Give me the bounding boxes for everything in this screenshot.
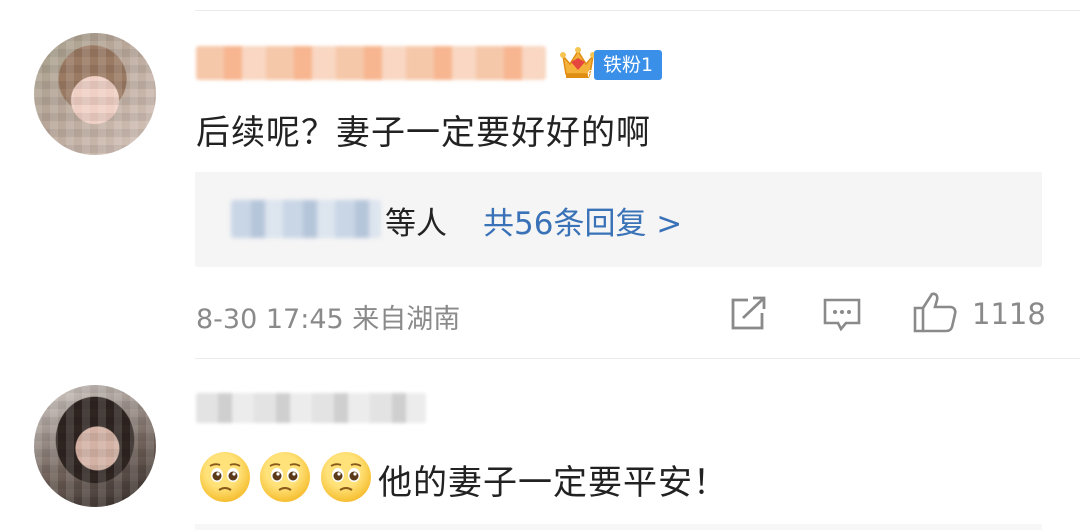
avatar[interactable]: [34, 385, 156, 507]
comment-icon[interactable]: [822, 297, 862, 333]
username-blurred[interactable]: [196, 46, 546, 80]
comment-meta: 8-30 17:45 来自湖南: [196, 304, 461, 335]
comment-divider: [195, 358, 1080, 359]
reply-users-blurred: [231, 200, 381, 238]
username-blurred[interactable]: [196, 393, 426, 423]
comment-text: 后续呢？妻子一定要好好的啊: [196, 113, 651, 153]
pleading-face-emoji-icon: [260, 452, 310, 502]
share-icon[interactable]: [728, 295, 768, 333]
like-count: 1118: [972, 297, 1046, 331]
fan-badge[interactable]: 铁粉1: [594, 50, 662, 80]
view-replies-link[interactable]: 共56条回复 >: [483, 198, 682, 243]
thumbs-up-icon[interactable]: [912, 290, 958, 334]
reply-who-suffix: 等人: [385, 206, 447, 242]
reply-summary-box[interactable]: 等人 共56条回复 >: [195, 172, 1042, 267]
top-divider: [195, 10, 1080, 11]
crown-badge-icon: 6: [560, 47, 596, 80]
pleading-face-emoji-icon: [200, 452, 250, 502]
next-reply-box-edge: [195, 524, 1042, 530]
comment-text: 他的妻子一定要平安！: [378, 463, 728, 503]
pleading-face-emoji-icon: [321, 452, 371, 502]
svg-text:6: 6: [587, 68, 594, 80]
avatar[interactable]: [34, 33, 156, 155]
